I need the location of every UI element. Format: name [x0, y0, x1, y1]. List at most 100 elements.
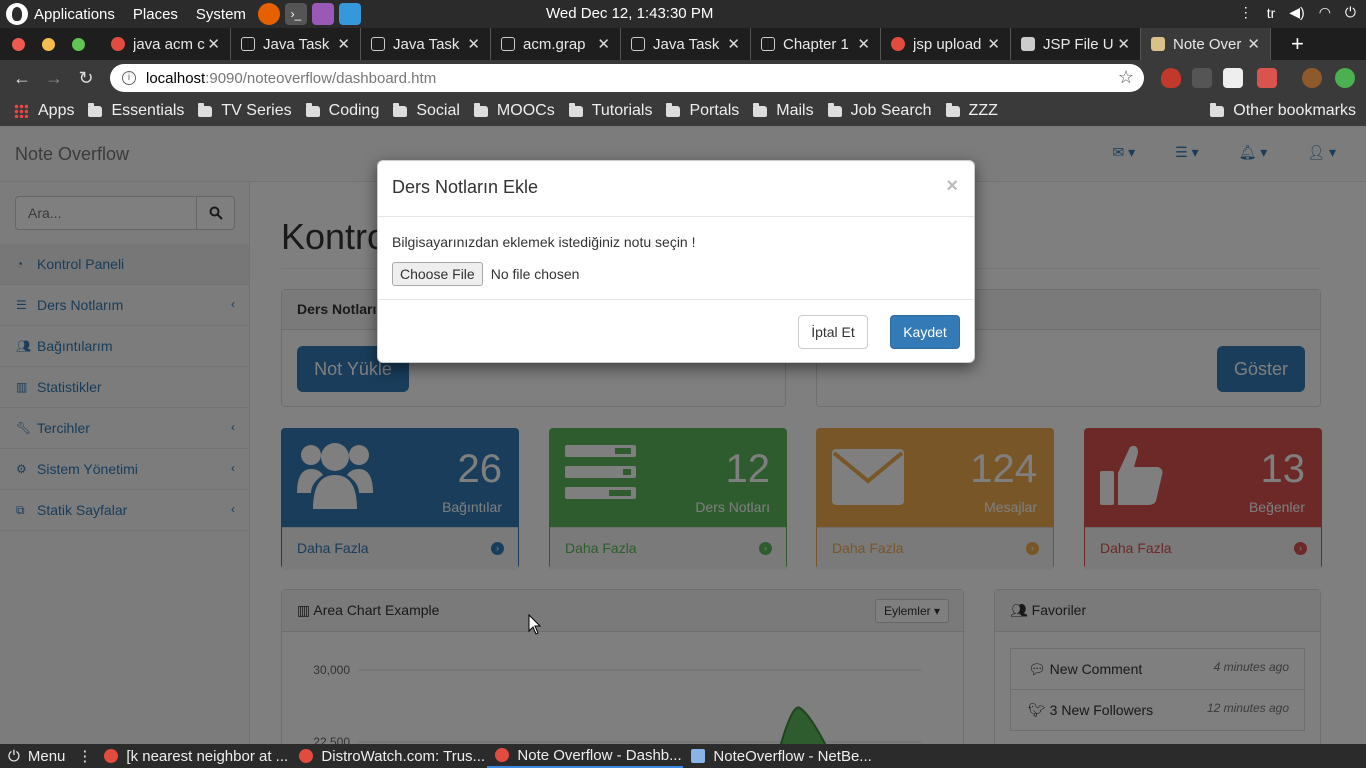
close-tab-icon[interactable]: ✕ — [857, 35, 870, 53]
close-tab-icon[interactable]: ✕ — [597, 35, 610, 53]
chrome-icon — [104, 749, 119, 763]
window-controls — [12, 37, 85, 51]
taskbar-task-active[interactable]: Note Overflow - Dashb... — [487, 744, 684, 768]
cast-icon[interactable] — [1223, 68, 1243, 88]
browser-tab[interactable]: Java Task ✕ — [231, 28, 361, 60]
bookmark-folder[interactable]: Job Search — [827, 102, 932, 120]
bookmark-folder[interactable]: Coding — [305, 102, 379, 120]
url-host: localhost — [146, 69, 206, 87]
extension-icon[interactable] — [1192, 68, 1212, 88]
other-bookmarks[interactable]: Other bookmarks — [1210, 102, 1356, 120]
bookmark-star-icon[interactable]: ☆ — [1118, 67, 1134, 88]
close-tab-icon[interactable]: ✕ — [467, 35, 480, 53]
reload-icon[interactable]: ↻ — [70, 68, 102, 89]
tab-label: jsp upload — [913, 35, 982, 53]
page-icon — [761, 37, 775, 51]
modal-body: Bilgisayarınızdan eklemek istediğiniz no… — [378, 217, 974, 300]
wifi-icon[interactable]: ◠ — [1319, 4, 1331, 21]
google-icon — [111, 37, 125, 51]
bookmark-folder[interactable]: TV Series — [198, 102, 292, 120]
close-tab-icon[interactable]: ✕ — [1247, 35, 1260, 53]
notification-extension-icon[interactable] — [1257, 68, 1277, 88]
close-tab-icon[interactable]: ✕ — [727, 35, 740, 53]
cancel-button[interactable]: İptal Et — [798, 315, 868, 349]
folder-icon — [753, 102, 768, 117]
bookmark-folder[interactable]: Mails — [753, 102, 814, 120]
choose-file-button[interactable]: Choose File — [392, 262, 483, 286]
text-editor-launcher-icon[interactable] — [311, 3, 334, 25]
taskbar-task[interactable]: [k nearest neighbor at ... — [96, 744, 291, 768]
folder-icon — [1210, 102, 1225, 117]
google-icon — [891, 37, 905, 51]
close-tab-icon[interactable]: ✕ — [207, 35, 220, 53]
chrome-icon — [299, 749, 314, 763]
back-icon[interactable]: ← — [6, 68, 38, 89]
volume-icon[interactable]: ◀) — [1289, 4, 1304, 21]
browser-tab-strip: java acm c ✕ Java Task ✕ Java Task ✕ acm.gr… — [0, 28, 1366, 60]
bookmark-apps[interactable]: Apps — [14, 102, 74, 120]
modal-prompt: Bilgisayarınızdan eklemek istediğiniz no… — [392, 234, 696, 250]
task-label: [k nearest neighbor at ... — [126, 747, 289, 765]
site-icon — [1151, 37, 1165, 51]
taskbar-task[interactable]: DistroWatch.com: Trus... — [291, 744, 487, 768]
power-icon[interactable]: ⏻ — [1345, 4, 1356, 21]
url-path: :9090/noteoverflow/dashboard.htm — [205, 69, 437, 87]
mouse-cursor-icon — [528, 614, 542, 635]
save-button[interactable]: Kaydet — [890, 315, 960, 349]
bookmark-folder[interactable]: Portals — [666, 102, 739, 120]
browser-tab[interactable]: jsp upload ✕ — [881, 28, 1011, 60]
bookmark-folder[interactable]: Essentials — [88, 102, 184, 120]
page-icon — [371, 37, 385, 51]
terminal-launcher-icon[interactable]: ›_ — [284, 3, 307, 25]
folder-icon — [393, 102, 408, 117]
window-maximize-button[interactable] — [72, 37, 85, 51]
close-tab-icon[interactable]: ✕ — [987, 35, 1000, 53]
window-minimize-button[interactable] — [42, 37, 55, 51]
os-clock[interactable]: Wed Dec 12, 1:43:30 PM — [546, 5, 713, 22]
close-tab-icon[interactable]: ✕ — [337, 35, 350, 53]
web-page: Note Overflow ✉ ▾ ☰ ▾ 🔔︎ ▾ 👤︎ ▾ ◔Kontrol… — [0, 126, 1366, 744]
task-label: NoteOverflow - NetBe... — [713, 747, 872, 765]
firefox-launcher-icon[interactable] — [257, 3, 280, 25]
menu-icon: ⏻ — [8, 747, 20, 765]
forward-icon[interactable]: → — [38, 68, 70, 89]
folder-icon — [666, 102, 681, 117]
address-bar[interactable]: i localhost:9090/noteoverflow/dashboard.… — [110, 64, 1144, 92]
bookmark-label: Job Search — [850, 102, 932, 119]
os-menu-system[interactable]: System — [196, 6, 246, 23]
keyboard-layout[interactable]: tr — [1267, 5, 1276, 21]
page-icon — [501, 37, 515, 51]
new-tab-button[interactable]: + — [1291, 31, 1304, 57]
close-icon[interactable]: × — [946, 175, 958, 198]
chrome-icon — [495, 748, 510, 762]
close-tab-icon[interactable]: ✕ — [1117, 35, 1130, 53]
info-icon[interactable]: i — [122, 71, 136, 85]
browser-tab[interactable]: Java Task ✕ — [621, 28, 751, 60]
distro-logo-icon[interactable] — [6, 3, 28, 25]
os-menu-places[interactable]: Places — [133, 6, 178, 23]
browser-tab[interactable]: acm.grap ✕ — [491, 28, 621, 60]
tab-label: Java Task — [393, 35, 460, 53]
more-icon[interactable]: ⋮ — [1239, 4, 1253, 21]
tab-label: java acm c — [133, 35, 205, 53]
window-close-button[interactable] — [12, 37, 25, 51]
bookmark-folder[interactable]: Tutorials — [568, 102, 652, 120]
separator: ⋮ — [77, 748, 93, 765]
browser-tab[interactable]: Java Task ✕ — [361, 28, 491, 60]
bookmark-folder[interactable]: ZZZ — [945, 102, 998, 120]
start-menu-button[interactable]: ⏻ Menu — [0, 744, 73, 768]
browser-tab[interactable]: JSP File U ✕ — [1011, 28, 1141, 60]
os-menu-applications[interactable]: Applications — [34, 6, 115, 23]
shield-extension-icon[interactable] — [1161, 68, 1181, 88]
image-viewer-launcher-icon[interactable] — [338, 3, 361, 25]
taskbar-task[interactable]: NoteOverflow - NetBe... — [683, 744, 879, 768]
bookmarks-bar: Apps Essentials TV Series Coding Social … — [0, 96, 1366, 126]
bookmark-folder[interactable]: MOOCs — [473, 102, 555, 120]
browser-tab[interactable]: java acm c ✕ — [101, 28, 231, 60]
browser-tab[interactable]: Chapter 1 ✕ — [751, 28, 881, 60]
bookmark-folder[interactable]: Social — [393, 102, 460, 120]
browser-tab-active[interactable]: Note Over ✕ — [1141, 28, 1271, 60]
profile-avatar[interactable] — [1302, 68, 1322, 88]
update-icon[interactable] — [1335, 68, 1355, 88]
system-tray: ⋮ tr ◀) ◠ ⏻ — [1239, 4, 1356, 21]
